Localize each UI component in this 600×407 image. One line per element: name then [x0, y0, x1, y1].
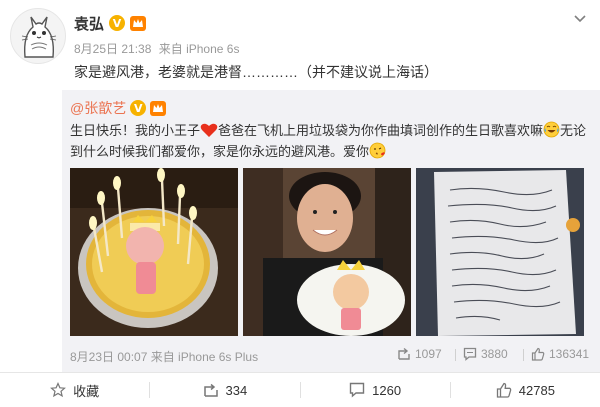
reposted-weibo[interactable]: @张歆艺 V 生日快乐！我的小王子 爸爸在飞机上用垃圾袋为你作曲填词创作的生日歌喜…	[62, 90, 600, 372]
comment-icon	[349, 382, 365, 398]
post-author-row: 袁弘 V	[74, 12, 147, 34]
repost-comment-count: 3880	[481, 347, 508, 361]
favorite-label: 收藏	[73, 383, 100, 399]
totoro-avatar-icon	[21, 16, 57, 58]
cake-photo[interactable]	[70, 168, 238, 336]
like-count: 42785	[518, 382, 555, 398]
repost-forward-count: 1097	[415, 347, 442, 361]
stat-divider	[523, 349, 524, 361]
repost-comment-stat[interactable]: 3880	[463, 347, 508, 361]
repost-icon	[203, 383, 218, 397]
verified-v-icon: V	[130, 100, 147, 116]
comment-count: 1260	[372, 382, 402, 398]
verified-v-icon: V	[109, 15, 126, 31]
repost-text-part2: 爸爸在飞机上用垃圾袋为你作曲填词创作的生日歌喜欢嘛	[218, 123, 544, 138]
post-date[interactable]: 8月25日 21:38	[74, 42, 151, 56]
repost-date[interactable]: 8月23日 00:07 来自 iPhone 6s Plus	[70, 348, 258, 365]
favorite-button[interactable]: 收藏	[0, 373, 149, 407]
repost-like-stat[interactable]: 136341	[531, 347, 589, 361]
repost-icon	[398, 347, 410, 360]
stat-divider	[455, 349, 456, 361]
member-badge-icon[interactable]	[130, 15, 147, 31]
repost-like-count: 136341	[549, 347, 590, 361]
repost-text: 生日快乐！我的小王子 爸爸在飞机上用垃圾袋为你作曲填词创作的生日歌喜欢嘛 无论到什么…	[70, 120, 595, 162]
selfie-photo[interactable]	[243, 168, 411, 336]
post-author-name[interactable]: 袁弘	[74, 13, 104, 34]
repost-button[interactable]: 334	[150, 373, 299, 407]
like-icon	[531, 347, 545, 361]
repost-author-row: @张歆艺 V	[70, 98, 167, 118]
repost-count: 334	[225, 382, 248, 398]
repost-author-name[interactable]: @张歆艺	[70, 98, 126, 118]
heart-emoji	[200, 123, 218, 137]
comment-icon	[463, 347, 477, 361]
action-bar: 收藏 334 1260 42785	[0, 372, 600, 407]
lyrics-photo[interactable]	[416, 168, 584, 336]
laugh-cry-emoji	[543, 121, 560, 138]
star-icon	[50, 382, 67, 398]
member-badge-icon[interactable]	[150, 100, 167, 116]
like-icon	[496, 382, 512, 398]
repost-footer: 8月23日 00:07 来自 iPhone 6s Plus 1097 3880 …	[70, 346, 595, 364]
avatar[interactable]	[10, 8, 66, 64]
post-meta: 8月25日 21:38 来自 iPhone 6s	[74, 40, 239, 57]
post-text: 家是避风港，老婆就是港督…………（并不建议说上海话）	[74, 64, 438, 80]
repost-text-part1: 生日快乐！我的小王子	[70, 123, 201, 138]
comment-button[interactable]: 1260	[301, 373, 450, 407]
repost-forward-stat[interactable]: 1097	[397, 347, 442, 361]
like-button[interactable]: 42785	[451, 373, 600, 407]
kiss-emoji	[369, 142, 386, 159]
chevron-down-icon[interactable]	[572, 10, 588, 26]
post-source: 来自 iPhone 6s	[158, 42, 240, 56]
